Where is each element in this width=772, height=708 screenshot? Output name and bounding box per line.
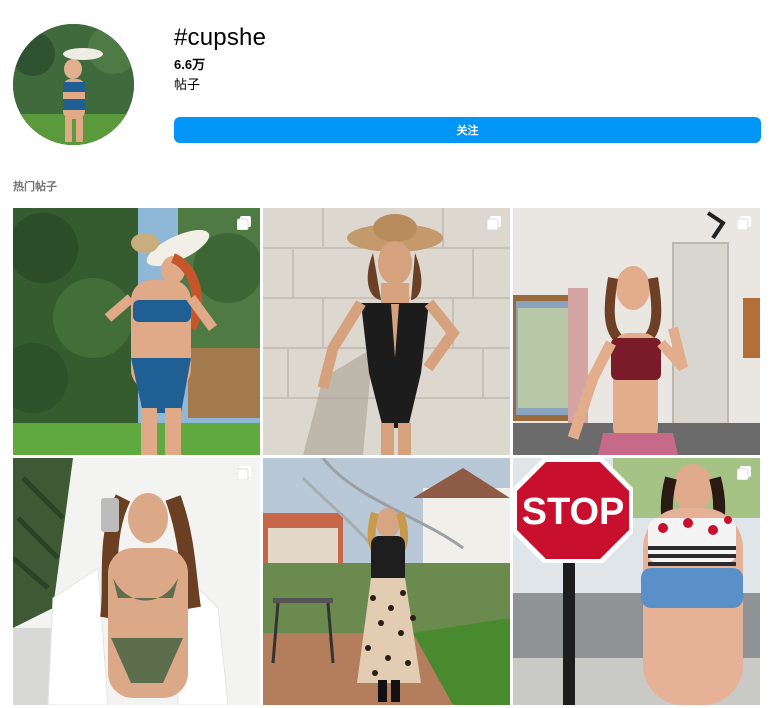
carousel-icon	[237, 466, 251, 480]
follow-button[interactable]: 关注	[174, 117, 761, 143]
post-count: 6.6万	[174, 57, 206, 72]
hashtag-avatar	[13, 24, 134, 145]
post-tile-4[interactable]	[13, 458, 260, 705]
carousel-icon	[237, 216, 251, 230]
carousel-icon	[737, 216, 751, 230]
stop-sign-text: STOP	[522, 491, 625, 533]
post-tile-1[interactable]	[13, 208, 260, 455]
post-tile-5[interactable]	[263, 458, 510, 705]
hashtag-header: #cupshe 6.6万 帖子 关注	[0, 0, 772, 160]
hashtag-title: #cupshe	[174, 24, 267, 51]
top-posts-heading: 热门帖子	[13, 181, 57, 193]
post-count-label: 帖子	[174, 77, 201, 92]
carousel-icon	[487, 216, 501, 230]
post-tile-6[interactable]: STOP	[513, 458, 760, 705]
post-tile-2[interactable]	[263, 208, 510, 455]
post-tile-3[interactable]	[513, 208, 760, 455]
top-posts-grid: STOP	[13, 208, 761, 708]
carousel-icon	[737, 466, 751, 480]
